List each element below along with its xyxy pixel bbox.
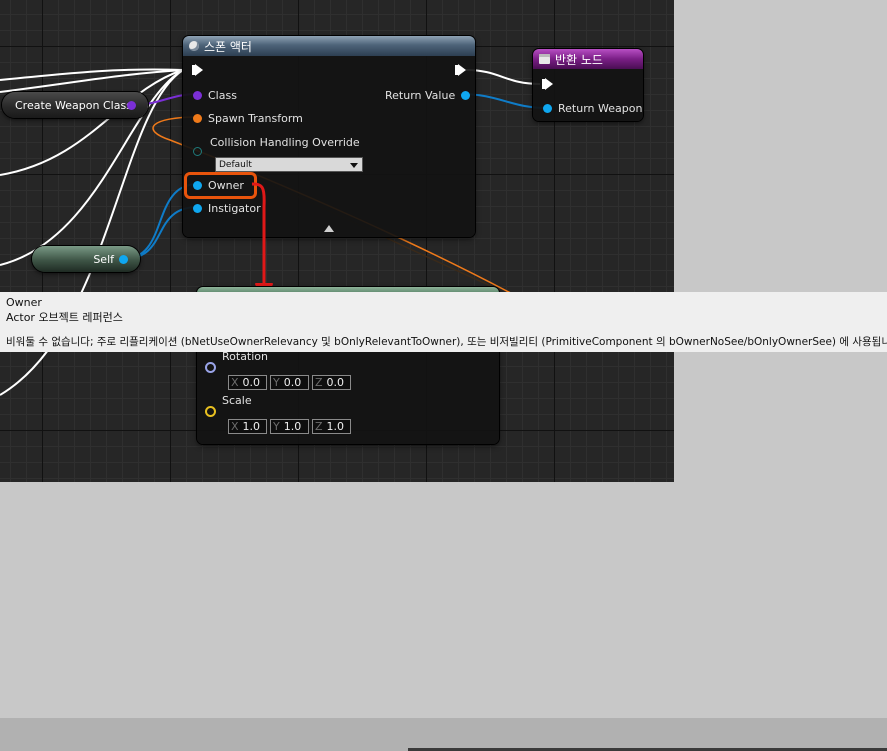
tooltip-type: Actor 오브젝트 레퍼런스 — [6, 311, 123, 324]
return-exec-in-pin-icon[interactable] — [542, 78, 553, 90]
return-weapon-label: Return Weapon — [558, 102, 643, 115]
self-node[interactable]: Self — [32, 246, 140, 272]
return-node-header[interactable]: 반환 노드 — [533, 49, 643, 69]
scale-pin[interactable]: Scale — [205, 394, 252, 418]
expand-arrow-icon[interactable] — [324, 225, 334, 232]
scale-input-icon — [205, 406, 216, 417]
return-weapon-pin[interactable]: Return Weapon — [543, 102, 642, 115]
rotation-input-icon — [205, 362, 216, 373]
class-pin-label: Class — [208, 89, 237, 102]
transform-input-icon — [193, 114, 202, 123]
owner-pin-tooltip: Owner Actor 오브젝트 레퍼런스 비워둘 수 없습니다; 주로 리플리… — [0, 292, 887, 352]
collision-dropdown-value: Default — [219, 159, 252, 170]
self-pin-icon[interactable] — [119, 255, 128, 264]
create-weapon-class-node[interactable]: Create Weapon Class — [2, 92, 148, 118]
return-node[interactable]: 반환 노드 Return Weapon — [533, 49, 643, 121]
create-weapon-class-label: Create Weapon Class — [15, 98, 132, 112]
scale-x-field[interactable]: X 1.0 — [228, 419, 267, 434]
bottom-panel — [0, 718, 887, 751]
tooltip-title: Owner — [6, 296, 42, 309]
chevron-down-icon — [350, 163, 358, 168]
collision-dropdown[interactable]: Default — [215, 157, 363, 172]
return-weapon-input-icon — [543, 104, 552, 113]
spawn-actor-title: 스폰 액터 — [204, 39, 252, 54]
return-node-icon — [539, 54, 550, 64]
return-node-title: 반환 노드 — [555, 52, 603, 67]
collision-pin-label: Collision Handling Override — [210, 136, 360, 149]
blueprint-graph[interactable]: Create Weapon Class Self 스폰 액터 Class Spa… — [0, 0, 674, 482]
scale-z-field[interactable]: Z 1.0 — [312, 419, 351, 434]
instigator-input-icon — [193, 204, 202, 213]
rotation-z-field[interactable]: Z 0.0 — [312, 375, 351, 390]
self-label: Self — [93, 252, 114, 266]
rotation-y-field[interactable]: Y 0.0 — [270, 375, 309, 390]
rotation-x-field[interactable]: X 0.0 — [228, 375, 267, 390]
class-input-icon — [193, 91, 202, 100]
scale-label: Scale — [222, 394, 252, 407]
exec-out-pin-icon[interactable] — [455, 64, 466, 76]
spawn-transform-pin[interactable]: Spawn Transform — [193, 112, 303, 125]
rotation-pin[interactable]: Rotation — [205, 350, 268, 374]
class-pin-icon[interactable] — [127, 101, 136, 110]
class-pin[interactable]: Class — [193, 89, 237, 102]
exec-in-pin-icon[interactable] — [192, 64, 203, 76]
scale-y-field[interactable]: Y 1.0 — [270, 419, 309, 434]
spawn-actor-header[interactable]: 스폰 액터 — [183, 36, 475, 56]
function-icon — [189, 41, 199, 51]
collision-pin-icon[interactable] — [193, 147, 202, 156]
return-value-label: Return Value — [385, 89, 456, 102]
collision-pin-label-wrap: Collision Handling Override — [210, 136, 360, 149]
spawn-transform-label: Spawn Transform — [208, 112, 303, 125]
return-value-output-icon — [461, 91, 471, 100]
scale-fields: X 1.0 Y 1.0 Z 1.0 — [228, 419, 351, 434]
rotation-fields: X 0.0 Y 0.0 Z 0.0 — [228, 375, 351, 390]
tooltip-description: 비워둘 수 없습니다; 주로 리플리케이션 (bNetUseOwnerRelev… — [6, 336, 887, 348]
return-value-pin[interactable]: Return Value — [385, 89, 471, 102]
